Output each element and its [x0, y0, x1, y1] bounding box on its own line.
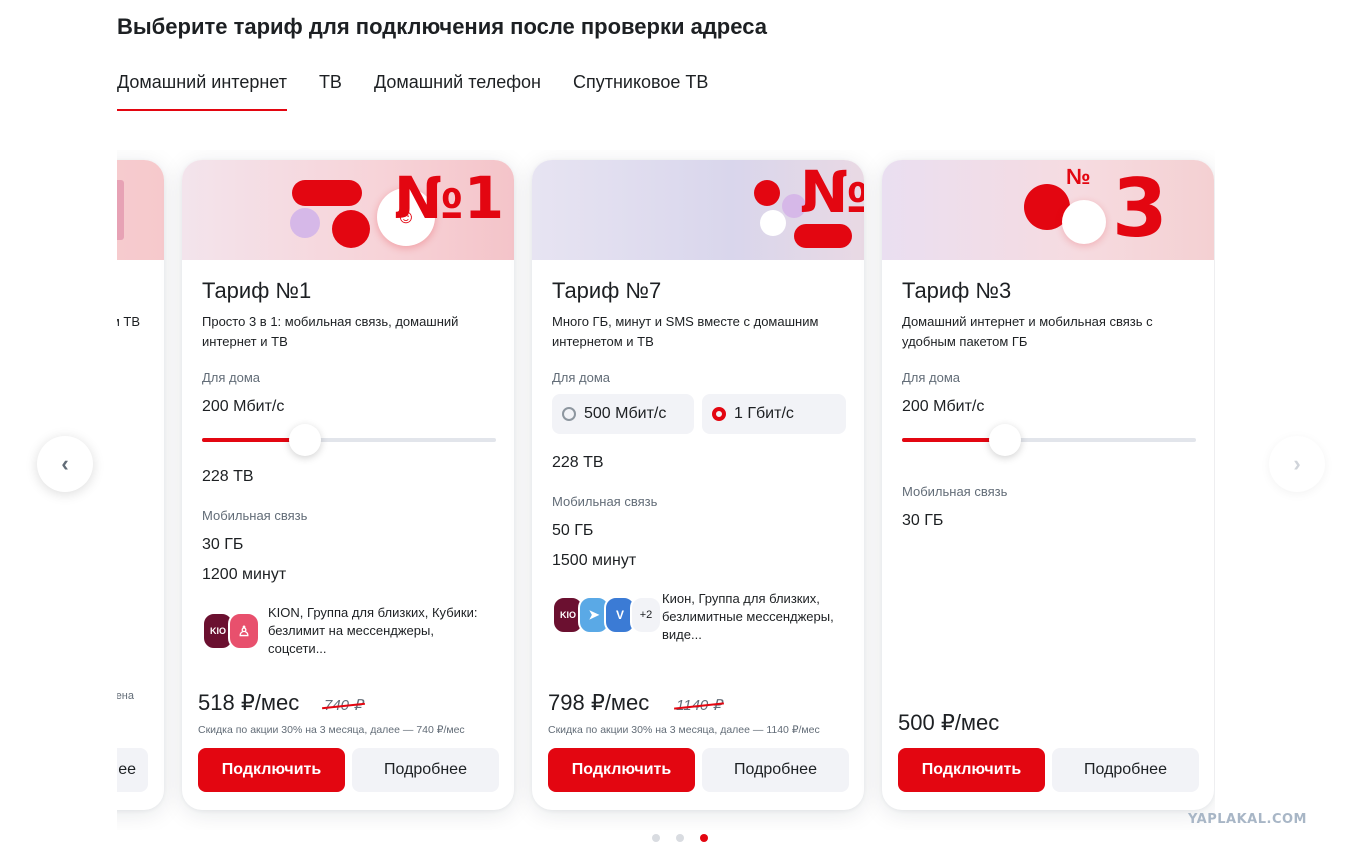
pagination-dot-active[interactable]: [700, 834, 708, 842]
tariff-banner: № 3: [882, 160, 1214, 260]
more-button[interactable]: Подробнее: [702, 748, 849, 792]
tariff-banner: №7: [532, 160, 864, 260]
services-text: Кион, Группа для близких, безлимитные ме…: [662, 591, 834, 642]
speed-value: 200 Мбит/с: [902, 398, 985, 415]
minutes-value: 1200 минут: [202, 566, 287, 583]
tariff-banner: [117, 160, 164, 260]
gb-value: 30 ГБ: [902, 512, 944, 529]
pagination-dot[interactable]: [652, 834, 660, 842]
tariff-badge: №1: [394, 164, 505, 232]
speed-option-500[interactable]: 500 Мбит/с: [552, 394, 694, 434]
radio-selected-icon: [712, 407, 726, 421]
speed-option-label: 1 Гбит/с: [734, 405, 794, 422]
gb-value: 50 ГБ: [552, 522, 594, 539]
price: 798 ₽/мес: [548, 690, 650, 715]
connect-button[interactable]: Подключить: [198, 748, 345, 792]
more-button[interactable]: Подробнее: [1052, 748, 1199, 792]
tariff-card-1: ☺ №1 Тариф №1 Просто 3 в 1: мобильная св…: [182, 160, 514, 810]
connect-button[interactable]: Подключить: [548, 748, 695, 792]
tariff-banner: ☺ №1: [182, 160, 514, 260]
banner-decoration: [117, 180, 124, 240]
services-icons: KIO ♙: [202, 612, 260, 650]
chevron-left-icon: ‹: [61, 451, 69, 476]
more-button[interactable]: ее: [117, 748, 148, 792]
home-wifi-icon: [1062, 200, 1106, 244]
mobile-label: Мобильная связь: [202, 508, 308, 523]
tariff-title: Тариф №7: [552, 278, 662, 303]
chat-bubble-decoration: [794, 224, 852, 248]
carousel-next-button[interactable]: ›: [1269, 436, 1325, 492]
tariff-title: Тариф №1: [202, 278, 312, 303]
home-icon: [332, 210, 370, 248]
old-price: 740 ₽: [324, 697, 363, 714]
mobile-label: Мобильная связь: [902, 484, 1008, 499]
speed-option-label: 500 Мбит/с: [584, 405, 667, 422]
tab-home-internet[interactable]: Домашний интернет: [117, 72, 287, 111]
services-text: KION, Группа для близких, Кубики: безлим…: [268, 605, 478, 656]
watermark: YAPLAKAL.COM: [1188, 812, 1307, 827]
mobile-label: Мобильная связь: [552, 494, 658, 509]
more-button-label: ее: [118, 761, 136, 778]
speed-option-1000[interactable]: 1 Гбит/с: [702, 394, 846, 434]
home-icon: [754, 180, 780, 206]
tariff-badge: №7: [800, 160, 864, 226]
price: 500 ₽/мес: [898, 710, 1000, 735]
price: 518 ₽/мес: [198, 690, 300, 715]
radio-icon: [562, 407, 576, 421]
tariff-description: Много ГБ, минут и SMS вместе с домашним …: [552, 314, 819, 349]
home-label: Для дома: [202, 370, 261, 385]
speed-slider[interactable]: [902, 424, 1196, 456]
tariff-card-3: № 3 Тариф №3 Домашний интернет и мобильн…: [882, 160, 1214, 810]
note-fragment: ена: [117, 690, 134, 702]
more-services-badge: +2: [630, 596, 662, 634]
page-title: Выберите тариф для подключения после про…: [117, 14, 767, 39]
discount-note: Скидка по акции 30% на 3 месяца, далее —…: [198, 724, 465, 736]
connect-button[interactable]: Подключить: [898, 748, 1045, 792]
tab-home-phone[interactable]: Домашний телефон: [374, 72, 541, 109]
tariff-description: Домашний интернет и мобильная связь с уд…: [902, 314, 1153, 349]
tab-satellite-tv[interactable]: Спутниковое ТВ: [573, 72, 708, 109]
tariff-title: Тариф №3: [902, 278, 1012, 303]
tariff-card-7: №7 Тариф №7 Много ГБ, минут и SMS вместе…: [532, 160, 864, 810]
tariff-carousel: м ТВ ена ее ☺ №1 Тариф №1 Просто 3 в 1: …: [117, 150, 1215, 830]
tariff-desc-fragment: м ТВ: [117, 314, 140, 329]
minutes-value: 1500 минут: [552, 552, 637, 569]
discount-note: Скидка по акции 30% на 3 месяца, далее —…: [548, 724, 820, 736]
services-icons: KIO ➤ V +2: [552, 596, 662, 634]
gb-value: 30 ГБ: [202, 536, 244, 553]
pagination-dot[interactable]: [676, 834, 684, 842]
home-label: Для дома: [902, 370, 961, 385]
tab-bar: Домашний интернет ТВ Домашний телефон Сп…: [117, 72, 740, 111]
home-label: Для дома: [552, 370, 611, 385]
tariff-badge: 3: [1112, 162, 1168, 255]
chevron-right-icon: ›: [1293, 451, 1301, 476]
slider-handle[interactable]: [288, 424, 321, 456]
carousel-prev-button[interactable]: ‹: [37, 436, 93, 492]
family-icon: [760, 210, 786, 236]
speed-slider[interactable]: [202, 424, 496, 456]
tariff-card-partial: м ТВ ена ее: [117, 160, 164, 810]
more-button[interactable]: Подробнее: [352, 748, 499, 792]
tariff-badge-prefix: №: [1066, 164, 1091, 189]
chat-bubble-decoration: [292, 180, 362, 206]
tab-tv[interactable]: ТВ: [319, 72, 342, 109]
carousel-pagination: [652, 834, 708, 842]
family-group-icon: ♙: [228, 612, 260, 650]
tariff-description: Просто 3 в 1: мобильная связь, домашний …: [202, 314, 459, 349]
slider-handle[interactable]: [988, 424, 1021, 456]
tv-channels: 228 ТВ: [202, 468, 254, 485]
speed-value: 200 Мбит/с: [202, 398, 285, 415]
old-price: 1140 ₽: [676, 697, 722, 714]
tv-icon: [290, 208, 320, 238]
tv-channels: 228 ТВ: [552, 454, 604, 471]
